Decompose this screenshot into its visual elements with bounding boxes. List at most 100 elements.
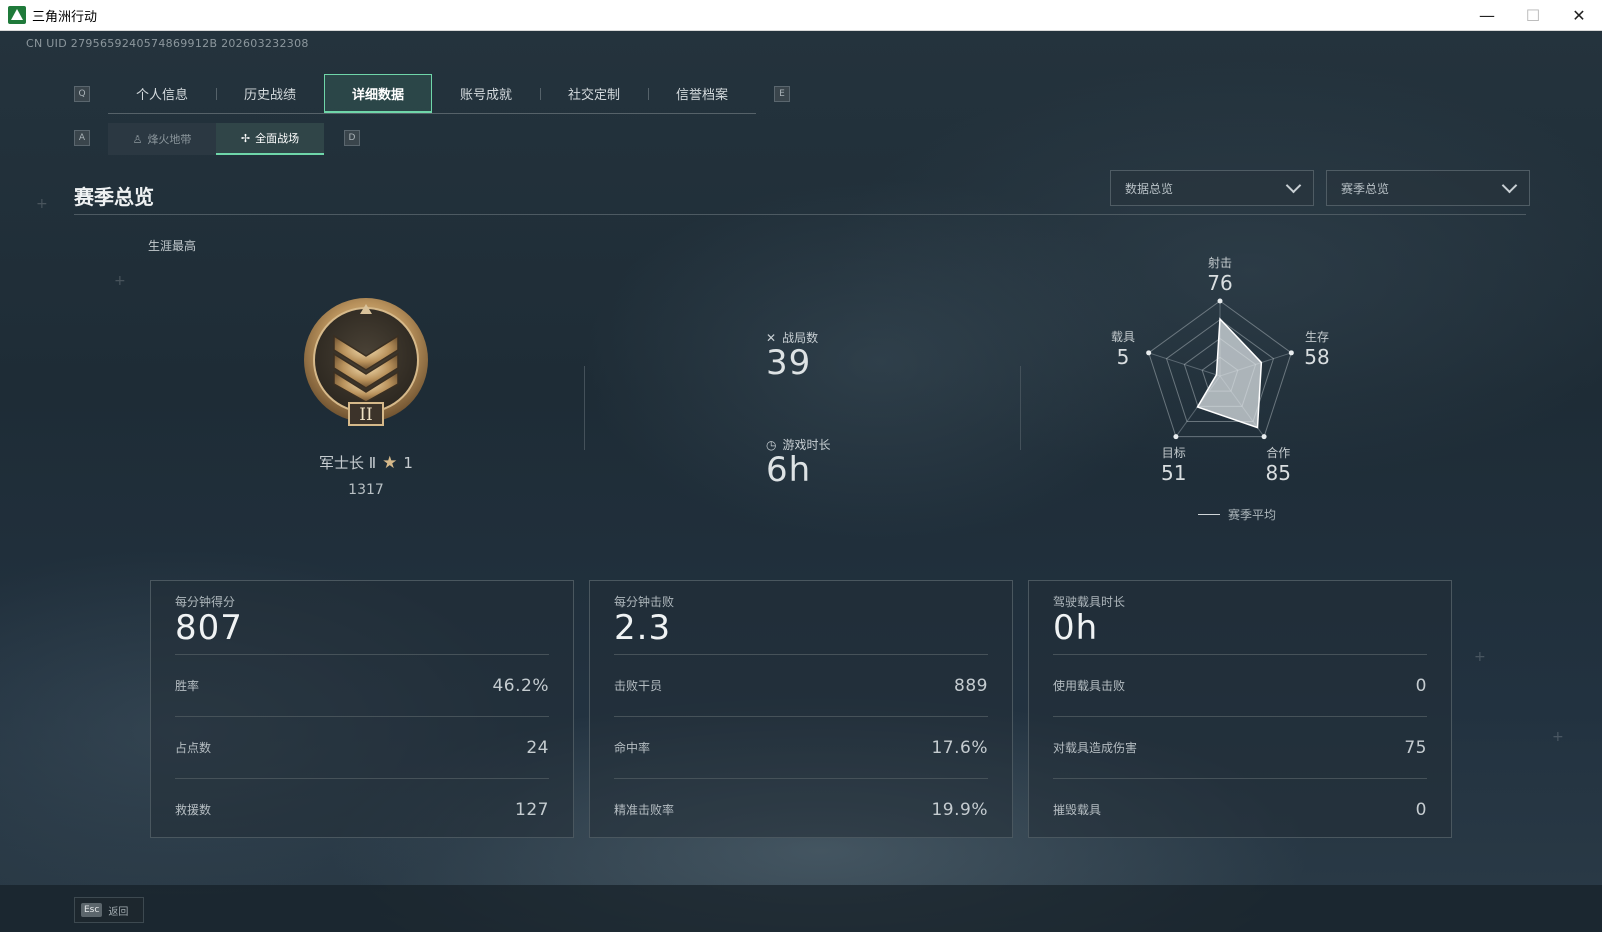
- stat-row-label: 命中率: [614, 741, 651, 755]
- prev-subtab-key-hint[interactable]: A: [74, 130, 90, 146]
- tab-label: 个人信息: [135, 88, 188, 103]
- tab-account-achievements[interactable]: 账号成就: [432, 74, 540, 113]
- stat-row-value: 19.9%: [931, 799, 988, 820]
- stat-row-label: 救援数: [175, 803, 212, 817]
- subtab-label: 烽火地带: [147, 133, 192, 146]
- stat-row: 摧毁载具 0: [1053, 778, 1427, 840]
- back-label: 返回: [108, 906, 129, 918]
- tab-reputation-record[interactable]: 信誉档案: [648, 74, 756, 113]
- rank-name-text: 军士长 Ⅱ: [319, 454, 377, 472]
- radar-axis-value: 58: [1304, 345, 1329, 369]
- stat-card-kills: 每分钟击败 2.3 击败干员 889 命中率 17.6% 精准击败率 19.9%: [589, 580, 1013, 838]
- game-screen: CN UID 2795659240574869912B 202603232308…: [0, 31, 1602, 932]
- next-tab-key-hint[interactable]: E: [774, 86, 790, 102]
- window-titlebar: 三角洲行动 — ☐ ✕: [0, 0, 1602, 31]
- radar-axis-value: 5: [1117, 345, 1130, 369]
- radar-axis-label: 载具: [1111, 330, 1135, 344]
- mode-tab-bar: ♙ 烽火地带 ✢ 全面战场: [108, 123, 324, 155]
- header-divider: [74, 214, 1526, 215]
- season-overview-dropdown[interactable]: 赛季总览: [1326, 170, 1530, 206]
- data-overview-dropdown[interactable]: 数据总览: [1110, 170, 1314, 206]
- radar-axis-label: 生存: [1305, 330, 1329, 344]
- subtab-hazard-zone[interactable]: ♙ 烽火地带: [108, 123, 216, 155]
- radar-vertex-point: [1173, 434, 1179, 440]
- stat-row-value: 0: [1415, 675, 1427, 696]
- stat-row-value: 0: [1415, 799, 1427, 820]
- tab-label: 历史战绩: [243, 88, 296, 103]
- app-logo-icon: [8, 6, 26, 24]
- stat-row-label: 摧毁载具: [1053, 803, 1102, 817]
- stat-row: 对载具造成伤害 75: [1053, 716, 1427, 778]
- decor-cross-icon: +: [36, 196, 48, 212]
- chevron-down-icon: [1285, 177, 1302, 194]
- tab-match-history[interactable]: 历史战绩: [216, 74, 324, 113]
- section-title: 赛季总览: [74, 185, 154, 209]
- tab-label: 账号成就: [459, 88, 512, 103]
- star-icon: ★: [382, 452, 398, 473]
- radar-axis-value: 51: [1161, 461, 1186, 485]
- matches-value: 39: [766, 343, 812, 383]
- dropdown-value: 赛季总览: [1341, 181, 1390, 196]
- rank-numeral: II: [359, 405, 372, 425]
- stat-card-score: 每分钟得分 807 胜率 46.2% 占点数 24 救援数 127: [150, 580, 574, 838]
- stat-row-label: 对载具造成伤害: [1053, 741, 1138, 755]
- stat-row: 命中率 17.6%: [614, 716, 988, 778]
- radar-vertex-point: [1288, 350, 1294, 356]
- stat-card-vehicle: 驾驶载具时长 0h 使用载具击败 0 对载具造成伤害 75 摧毁载具 0: [1028, 580, 1452, 838]
- stat-row: 精准击败率 19.9%: [614, 778, 988, 840]
- tab-label: 社交定制: [567, 88, 620, 103]
- rank-title: 军士长 Ⅱ ★ 1: [300, 452, 432, 473]
- stat-row: 救援数 127: [175, 778, 549, 840]
- subtab-label: 全面战场: [255, 132, 300, 145]
- stat-row-value: 889: [954, 675, 988, 696]
- chevron-down-icon: [1501, 177, 1518, 194]
- rank-score: 1317: [348, 482, 384, 498]
- tab-detailed-data[interactable]: 详细数据: [324, 74, 432, 113]
- stat-row-value: 75: [1404, 737, 1427, 758]
- tab-label: 详细数据: [351, 87, 404, 103]
- stat-row-label: 精准击败率: [614, 803, 675, 817]
- back-button[interactable]: Esc 返回: [74, 897, 144, 923]
- vertical-divider: [1020, 366, 1021, 450]
- radar-axis-label: 射击: [1208, 255, 1232, 270]
- stat-row-value: 127: [515, 799, 549, 820]
- decor-cross-icon: +: [1552, 729, 1564, 745]
- stat-row: 占点数 24: [175, 716, 549, 778]
- rank-stars-count: 1: [403, 453, 413, 472]
- stat-row: 击败干员 889: [614, 654, 988, 716]
- legend-line-icon: [1198, 514, 1220, 515]
- tab-social-customization[interactable]: 社交定制: [540, 74, 648, 113]
- subtab-full-battlefield[interactable]: ✢ 全面战场: [216, 123, 324, 155]
- career-best-label: 生涯最高: [148, 239, 197, 253]
- maximize-button[interactable]: ☐: [1510, 0, 1556, 31]
- decor-cross-icon: +: [114, 273, 126, 289]
- card-head-value: 2.3: [614, 608, 672, 648]
- stat-row-value: 46.2%: [492, 675, 549, 696]
- radar-axis-label: 合作: [1266, 445, 1290, 460]
- arrows-icon: ✢: [240, 131, 251, 145]
- stat-row-label: 占点数: [175, 741, 212, 755]
- prev-tab-key-hint[interactable]: Q: [74, 86, 90, 102]
- bottom-bar: Esc 返回: [0, 885, 1602, 932]
- tab-label: 信誉档案: [675, 88, 728, 103]
- close-button[interactable]: ✕: [1556, 0, 1602, 31]
- window-controls: — ☐ ✕: [1464, 0, 1602, 31]
- ability-radar-chart: 射击76 生存58 合作85 目标51 载具5: [1111, 255, 1330, 485]
- radar-value-shape: [1196, 317, 1263, 429]
- next-subtab-key-hint[interactable]: D: [344, 130, 360, 146]
- decor-cross-icon: +: [1474, 649, 1486, 665]
- dropdown-value: 数据总览: [1125, 181, 1174, 196]
- playtime-value: 6h: [766, 450, 812, 490]
- minimize-button[interactable]: —: [1464, 0, 1510, 31]
- radar-axis-value: 76: [1207, 271, 1232, 295]
- window-title: 三角洲行动: [32, 9, 98, 25]
- vertical-divider: [584, 366, 585, 450]
- esc-key-hint: Esc: [81, 903, 103, 917]
- tab-personal-info[interactable]: 个人信息: [108, 74, 216, 113]
- stat-row-value: 24: [526, 737, 549, 758]
- radar-axis-label: 目标: [1162, 446, 1186, 460]
- radar-legend: 赛季平均: [1198, 506, 1276, 523]
- card-head-value: 0h: [1053, 608, 1099, 648]
- helmet-icon: ♙: [132, 132, 143, 146]
- legend-label: 赛季平均: [1228, 508, 1277, 522]
